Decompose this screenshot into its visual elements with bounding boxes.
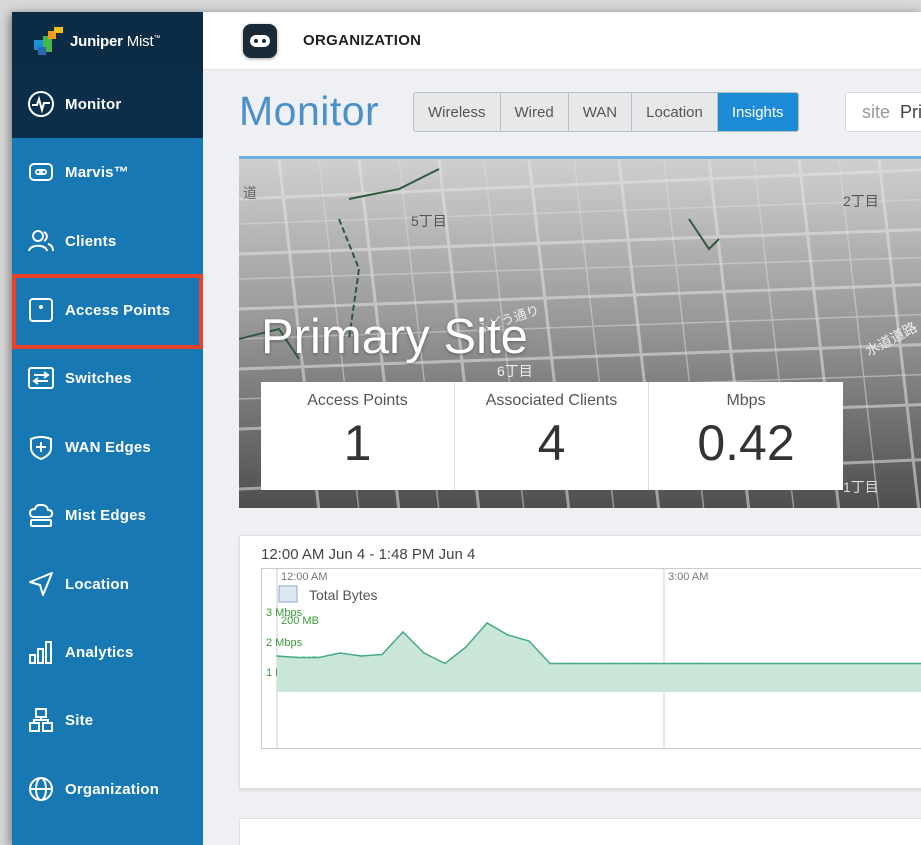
sidebar-item-wan-edges[interactable]: WAN Edges xyxy=(12,413,203,481)
chart-point xyxy=(444,662,446,665)
stat-access-points[interactable]: Access Points 1 xyxy=(261,382,455,490)
site-selector[interactable]: site Primary Site xyxy=(845,92,921,132)
sidebar-item-monitor[interactable]: Monitor xyxy=(12,70,203,138)
map-label: 2丁目 xyxy=(843,193,879,209)
stat-value: 4 xyxy=(537,415,566,471)
chart-point xyxy=(318,656,320,659)
main-content: ORGANIZATION Monitor Wireless Wired WAN … xyxy=(203,12,921,845)
chart-time-range: 12:00 AM Jun 4 - 1:48 PM Jun 4 xyxy=(261,546,476,563)
sidebar-item-clients[interactable]: Clients xyxy=(12,207,203,275)
sidebar-item-label: Mist Edges xyxy=(65,506,147,524)
site-selector-value: Primary Site xyxy=(900,101,921,122)
stat-value: 0.42 xyxy=(697,415,795,471)
tab-wired[interactable]: Wired xyxy=(500,93,569,131)
chart-point xyxy=(465,646,467,648)
chart-point xyxy=(528,640,530,642)
chart-point xyxy=(423,652,425,654)
legend-label: Total Bytes xyxy=(309,587,377,603)
monitor-pulse-icon xyxy=(26,89,56,119)
y-tick-label: 2 Mbps xyxy=(266,637,303,649)
highlight-box xyxy=(12,274,203,349)
chart-point xyxy=(675,662,677,665)
site-selector-label: site xyxy=(862,101,891,122)
chart-point xyxy=(549,662,551,665)
map-label: 5丁目 xyxy=(411,213,447,229)
app-window: Juniper Mist™ Monitor Marvis™ Clients Ac… xyxy=(12,12,921,845)
top-bar: ORGANIZATION xyxy=(203,12,921,70)
chart-point xyxy=(486,622,488,624)
chart-point xyxy=(591,662,593,665)
chart-point xyxy=(654,662,656,665)
stat-label: Associated Clients xyxy=(485,392,618,409)
sidebar-item-switches[interactable]: Switches xyxy=(12,344,203,412)
org-icon[interactable] xyxy=(243,23,277,58)
chart-time-label: 3:00 AM xyxy=(668,571,708,583)
sidebar-item-label: Monitor xyxy=(65,95,122,113)
chart-time-label: 12:00 AM xyxy=(281,571,327,583)
stat-label: Access Points xyxy=(307,392,408,409)
site-map-panel: 5丁目 2丁目 6丁目 1丁目 ふどう通り 水道道路 道 Primary Sit… xyxy=(239,156,921,508)
sidebar-item-label: Location xyxy=(65,575,130,593)
sidebar-item-label: Marvis™ xyxy=(65,163,129,181)
chart-point xyxy=(696,662,698,665)
throughput-chart-panel: 12:00 AM Jun 4 - 1:48 PM Jun 4 12:00 AM … xyxy=(239,535,921,789)
chart-point xyxy=(297,656,299,659)
chart-point xyxy=(570,662,572,665)
logo[interactable]: Juniper Mist™ xyxy=(12,12,203,70)
tab-wan[interactable]: WAN xyxy=(568,93,633,131)
throughput-chart[interactable]: 12:00 AM 3:00 AM Total Bytes 3 Mbps 200 … xyxy=(261,568,921,750)
site-icon xyxy=(26,705,56,735)
map-label: 道 xyxy=(243,185,257,201)
site-name: Primary Site xyxy=(261,310,528,364)
sidebar-item-organization[interactable]: Organization xyxy=(12,755,203,823)
monitor-tabs: Wireless Wired WAN Location Insights xyxy=(413,92,799,132)
brand-name: Juniper Mist™ xyxy=(70,32,161,50)
chart-point xyxy=(276,655,278,657)
page-title: Monitor xyxy=(239,88,380,134)
marvis-icon xyxy=(26,157,56,187)
sidebar-item-label: Analytics xyxy=(65,643,134,661)
y-tick-label: 200 MB xyxy=(281,615,319,627)
sidebar-item-mist-edges[interactable]: Mist Edges xyxy=(12,481,203,549)
chart-point xyxy=(402,631,404,633)
wan-edge-icon xyxy=(26,432,56,462)
sidebar-item-location[interactable]: Location xyxy=(12,550,203,618)
chart-point xyxy=(633,662,635,665)
sidebar-item-label: WAN Edges xyxy=(65,438,151,456)
mist-edge-icon xyxy=(26,500,56,530)
tab-insights[interactable]: Insights xyxy=(717,93,798,131)
tab-wireless[interactable]: Wireless xyxy=(414,93,501,131)
sidebar-item-site[interactable]: Site xyxy=(12,686,203,754)
stat-associated-clients[interactable]: Associated Clients 4 xyxy=(455,382,649,490)
sidebar-item-label: Site xyxy=(65,711,94,729)
stat-label: Mbps xyxy=(726,392,766,409)
chart-point xyxy=(360,655,362,657)
location-arrow-icon xyxy=(26,569,56,599)
juniper-logo-icon xyxy=(34,27,64,55)
map-label: 1丁目 xyxy=(843,479,879,495)
chart-point xyxy=(381,653,383,656)
sidebar-item-analytics[interactable]: Analytics xyxy=(12,618,203,686)
sidebar-item-label: Switches xyxy=(65,369,132,387)
globe-icon xyxy=(26,774,56,804)
switch-icon xyxy=(26,363,56,393)
secondary-panel xyxy=(239,818,921,845)
stat-mbps[interactable]: Mbps 0.42 xyxy=(649,382,843,490)
clients-icon xyxy=(26,226,56,256)
tab-location[interactable]: Location xyxy=(632,93,718,131)
analytics-bars-icon xyxy=(26,637,56,667)
legend-swatch xyxy=(278,585,298,603)
sidebar-item-marvis[interactable]: Marvis™ xyxy=(12,138,203,206)
sidebar-item-label: Clients xyxy=(65,232,117,250)
site-stats: Access Points 1 Associated Clients 4 Mbp… xyxy=(261,382,843,490)
org-title: ORGANIZATION xyxy=(303,32,422,49)
sidebar: Juniper Mist™ Monitor Marvis™ Clients Ac… xyxy=(12,12,203,845)
chart-point xyxy=(507,634,509,636)
chart-point xyxy=(339,652,341,654)
chart-point xyxy=(612,662,614,665)
stat-value: 1 xyxy=(343,415,372,471)
sidebar-item-label: Organization xyxy=(65,780,160,798)
